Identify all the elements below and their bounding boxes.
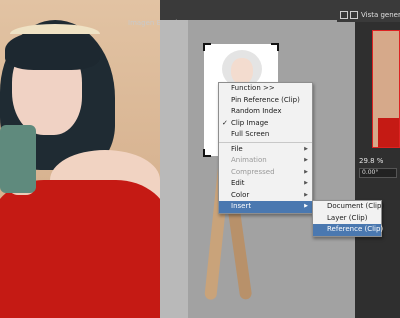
navigator-title: Vista general	[361, 11, 400, 19]
submenu-arrow-icon: ▶	[304, 157, 308, 163]
menu-item-edit[interactable]: Edit ▶	[219, 178, 312, 190]
clip-handle-bottom-left[interactable]	[203, 149, 211, 157]
menu-item-animation: Animation ▶	[219, 155, 312, 167]
context-menu: Function >> Pin Reference (Clip) Random …	[218, 82, 313, 214]
menu-item-label: Full Screen	[231, 130, 270, 138]
menu-item-insert[interactable]: Insert ▶	[219, 201, 312, 213]
board-tab[interactable]: Imagen Board	[128, 10, 188, 27]
check-icon: ✓	[222, 118, 228, 127]
submenu-item-layer-clip[interactable]: Layer (Clip)	[313, 213, 381, 225]
restore-icon[interactable]	[340, 11, 348, 19]
submenu-item-label: Layer (Clip)	[327, 213, 368, 222]
menu-item-file[interactable]: File ▶	[219, 144, 312, 156]
menu-item-label: Color	[231, 190, 250, 199]
menu-item-label: Animation	[231, 156, 267, 164]
board-edge	[160, 20, 188, 318]
submenu-arrow-icon: ▶	[304, 203, 308, 209]
app-window: Imagen Board Vista general 29.8 % 0.00° …	[0, 0, 400, 318]
clip-handle-top-right[interactable]	[271, 43, 279, 51]
submenu-item-label: Document (Clip)	[327, 202, 385, 210]
menu-item-function[interactable]: Function >>	[219, 83, 312, 95]
menu-item-random-index[interactable]: Random Index	[219, 106, 312, 118]
menu-item-label: Edit	[231, 179, 245, 187]
submenu-item-label: Reference (Clip)	[327, 225, 384, 233]
painting-phone	[0, 125, 36, 193]
insert-submenu: Document (Clip) Layer (Clip) Reference (…	[312, 200, 385, 237]
navigator-header: Vista general	[337, 10, 400, 22]
submenu-item-document-clip[interactable]: Document (Clip)	[313, 201, 385, 213]
menu-item-label: Function >>	[231, 84, 275, 92]
menu-item-color[interactable]: Color ▶	[219, 190, 312, 202]
menu-separator	[219, 141, 312, 143]
menu-item-label: Random Index	[231, 107, 282, 115]
menu-item-compressed: Compressed ▶	[219, 167, 312, 179]
submenu-arrow-icon: ▶	[304, 168, 308, 175]
painting-canvas[interactable]	[0, 0, 160, 318]
menu-item-pin-reference[interactable]: Pin Reference (Clip)	[219, 95, 312, 107]
menu-item-label: Insert	[231, 202, 252, 210]
menu-item-label: File	[231, 144, 243, 153]
submenu-item-reference-clip[interactable]: Reference (Clip)	[313, 224, 384, 236]
zoom-readout: 29.8 %	[359, 157, 384, 165]
submenu-arrow-icon: ▶	[304, 180, 308, 186]
clip-character-face	[231, 58, 253, 84]
painting-dress	[0, 180, 160, 318]
menu-item-label: Pin Reference (Clip)	[231, 95, 300, 104]
close-icon[interactable]	[350, 11, 358, 19]
rotation-field[interactable]: 0.00°	[359, 168, 397, 178]
menu-item-label: Compressed	[231, 167, 275, 176]
menu-item-clip-image[interactable]: ✓ Clip Image	[219, 118, 312, 130]
menu-item-full-screen[interactable]: Full Screen	[219, 129, 312, 141]
submenu-arrow-icon: ▶	[304, 145, 308, 152]
submenu-arrow-icon: ▶	[304, 191, 308, 198]
navigator-view-frame[interactable]	[372, 30, 400, 148]
painting-headband	[10, 24, 100, 44]
clip-handle-top-left[interactable]	[203, 43, 211, 51]
menu-item-label: Clip Image	[231, 118, 269, 127]
